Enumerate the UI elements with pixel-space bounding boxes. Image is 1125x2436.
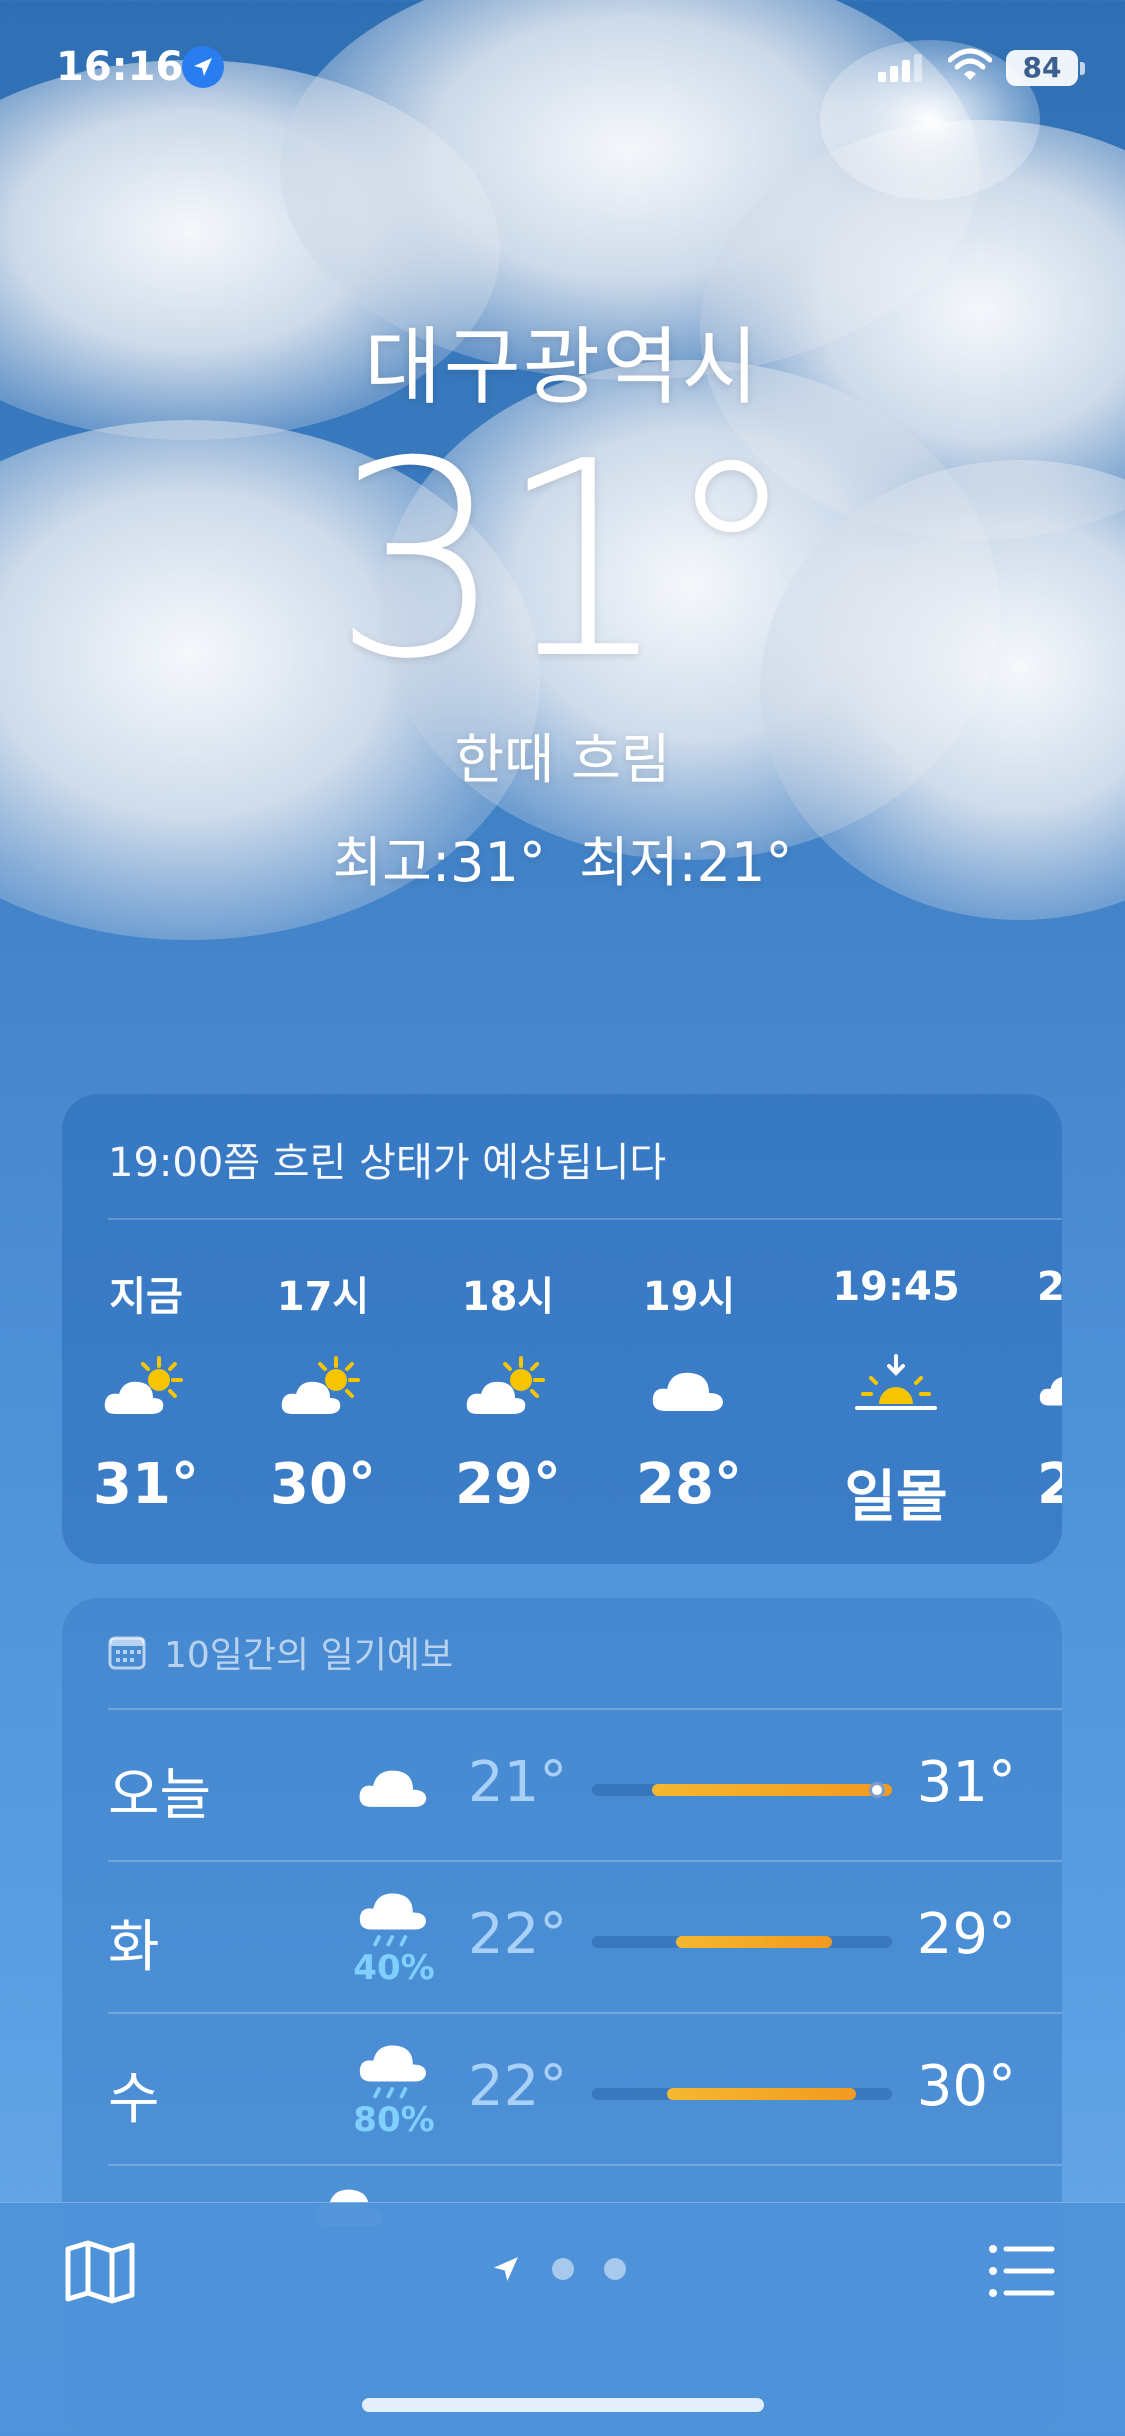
list-icon[interactable] xyxy=(988,2243,1056,2303)
hour-item: 18시 29° xyxy=(433,1264,583,1517)
hour-temp: 일몰 xyxy=(844,1465,948,1530)
forecast-day: 오늘 xyxy=(108,1763,212,1828)
hour-item: 19:45 일몰 xyxy=(801,1264,991,1533)
calendar-icon xyxy=(108,1636,146,1670)
location-arrow-icon xyxy=(182,46,224,88)
page-indicator[interactable] xyxy=(490,2253,626,2285)
hour-temp: 28° xyxy=(636,1452,742,1517)
partly-cloudy-sun-icon xyxy=(71,1334,221,1444)
temperature-range-fill xyxy=(667,2088,856,2100)
forecast-low: 22° xyxy=(468,1902,568,1967)
hourly-forecast-card[interactable]: 19:00쯤 흐린 상태가 예상됩니다 지금 31° 17시 30° 18시 2… xyxy=(62,1094,1062,1564)
hour-item: 2 2 xyxy=(1037,1264,1062,1517)
page-dot[interactable] xyxy=(552,2258,574,2280)
hour-label: 18시 xyxy=(461,1274,555,1320)
sunset-icon xyxy=(801,1334,991,1444)
home-indicator xyxy=(362,2398,764,2412)
divider xyxy=(108,1218,1062,1220)
battery-nub xyxy=(1080,62,1085,75)
status-bar: 16:16 84 xyxy=(0,40,1125,100)
forecast-header-label: 10일간의 일기예보 xyxy=(164,1635,454,1676)
temperature-range-bar xyxy=(592,2088,892,2100)
cellular-signal-icon xyxy=(878,54,924,86)
forecast-day: 수 xyxy=(108,2067,160,2132)
cloud-rain-icon: 80% xyxy=(344,2040,444,2140)
hour-item: 17시 30° xyxy=(248,1264,398,1517)
hour-label: 19:45 xyxy=(832,1264,960,1310)
cloud-icon xyxy=(614,1334,764,1444)
forecast-high: 29° xyxy=(916,1902,1016,1967)
precipitation-chance: 80% xyxy=(353,2100,435,2140)
forecast-row[interactable]: 수 80% 22° 30° xyxy=(108,2014,1062,2164)
temperature-range-bar xyxy=(592,1936,892,1948)
hour-label: 2 xyxy=(1037,1264,1062,1310)
hour-temp: 30° xyxy=(270,1452,376,1517)
forecast-row[interactable]: 오늘 21° 31° xyxy=(108,1710,1062,1860)
forecast-high: 31° xyxy=(916,1750,1016,1815)
current-temp-dot xyxy=(869,1782,885,1798)
cloud-rain-icon: 40% xyxy=(344,1888,444,1988)
location-arrow-icon xyxy=(494,2257,518,2281)
temperature-range-fill xyxy=(676,1936,832,1948)
hour-item: 지금 31° xyxy=(71,1264,221,1517)
forecast-low: 22° xyxy=(468,2054,568,2119)
hour-temp: 29° xyxy=(455,1452,561,1517)
temperature-range-bar xyxy=(592,1782,892,1798)
hourly-summary: 19:00쯤 흐린 상태가 예상됩니다 xyxy=(108,1140,667,1186)
current-temperature: 31° xyxy=(332,403,799,718)
hour-item: 19시 28° xyxy=(614,1264,764,1517)
hour-temp: 31° xyxy=(93,1452,199,1517)
cloud-icon xyxy=(1037,1334,1062,1444)
divider xyxy=(108,2164,1062,2166)
partly-cloudy-sun-icon xyxy=(433,1334,583,1444)
map-icon[interactable] xyxy=(64,2239,136,2309)
forecast-high: 30° xyxy=(916,2054,1016,2119)
hour-temp: 2 xyxy=(1037,1452,1062,1517)
current-condition: 한때 흐림 xyxy=(454,728,671,791)
wifi-icon xyxy=(947,48,993,86)
hour-label: 17시 xyxy=(276,1274,370,1320)
page-dot[interactable] xyxy=(604,2258,626,2280)
forecast-row[interactable]: 화 40% 22° 29° xyxy=(108,1862,1062,2012)
high-temp: 최고:31° xyxy=(332,831,546,894)
hour-item-clipped: 2 2 xyxy=(1037,1094,1062,1564)
temperature-range-fill xyxy=(652,1784,892,1796)
cloud-icon xyxy=(344,1736,444,1836)
forecast-day: 화 xyxy=(108,1915,160,1980)
hour-label: 19시 xyxy=(642,1274,736,1320)
precipitation-chance: 40% xyxy=(353,1948,435,1988)
forecast-header: 10일간의 일기예보 xyxy=(108,1626,453,1678)
low-temp: 최저:21° xyxy=(579,831,793,894)
partly-cloudy-sun-icon xyxy=(248,1334,398,1444)
status-time: 16:16 xyxy=(56,44,184,90)
current-weather: 대구광역시 31° 한때 흐림 최고:31° 최저:21° xyxy=(0,300,1125,897)
high-low: 최고:31° 최저:21° xyxy=(0,818,1125,897)
battery-icon: 84 xyxy=(1006,50,1078,86)
forecast-low: 21° xyxy=(468,1750,568,1815)
hour-label: 지금 xyxy=(109,1274,183,1320)
